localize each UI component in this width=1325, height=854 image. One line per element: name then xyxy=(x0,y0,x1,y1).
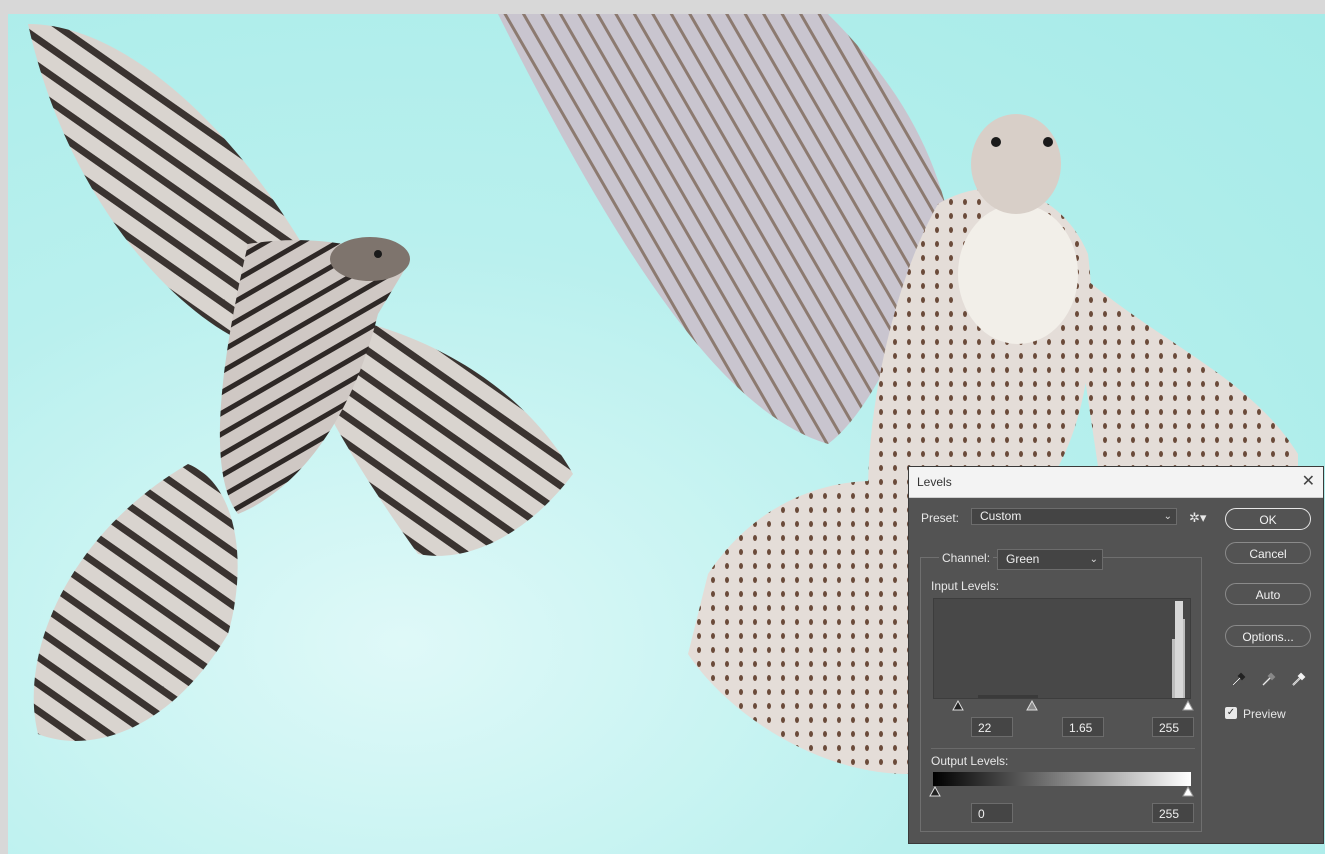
dialog-titlebar[interactable]: Levels ✕ xyxy=(909,467,1323,498)
gray-point-eyedropper-icon[interactable] xyxy=(1260,670,1278,688)
channel-value: Green xyxy=(1006,552,1040,566)
preset-value: Custom xyxy=(980,509,1022,523)
cancel-button[interactable]: Cancel xyxy=(1225,542,1311,564)
input-levels-label: Input Levels: xyxy=(931,579,1000,593)
channel-label: Channel: xyxy=(939,551,994,565)
output-white-slider[interactable] xyxy=(1182,786,1194,798)
preset-label: Preset: xyxy=(921,511,960,525)
input-gamma-field[interactable]: 1.65 xyxy=(1062,717,1104,737)
dialog-title: Levels xyxy=(917,475,952,489)
divider xyxy=(931,748,1195,749)
preset-select[interactable]: Custom ⌄ xyxy=(971,508,1177,525)
chevron-down-icon: ⌄ xyxy=(1089,554,1098,565)
levels-dialog: Levels ✕ Preset: Custom ⌄ ✲▾ OK Cancel A… xyxy=(908,466,1324,844)
output-black-slider[interactable] xyxy=(929,786,941,798)
input-black-field[interactable]: 22 xyxy=(971,717,1013,737)
input-white-field[interactable]: 255 xyxy=(1152,717,1194,737)
output-levels-label: Output Levels: xyxy=(931,754,1009,768)
white-point-eyedropper-icon[interactable] xyxy=(1290,670,1308,688)
output-black-field[interactable]: 0 xyxy=(971,803,1013,823)
channel-select[interactable]: Green ⌄ xyxy=(997,549,1103,570)
input-black-slider[interactable] xyxy=(952,700,964,712)
output-gradient xyxy=(933,772,1191,786)
options-button[interactable]: Options... xyxy=(1225,625,1311,647)
histogram xyxy=(933,598,1191,699)
chevron-down-icon: ⌄ xyxy=(1163,511,1172,522)
input-gamma-slider[interactable] xyxy=(1026,700,1038,712)
gear-icon[interactable]: ✲▾ xyxy=(1189,510,1206,526)
black-point-eyedropper-icon[interactable] xyxy=(1230,670,1248,688)
output-white-field[interactable]: 255 xyxy=(1152,803,1194,823)
preview-checkbox[interactable]: ✓ xyxy=(1225,707,1237,719)
input-white-slider[interactable] xyxy=(1182,700,1194,712)
preview-label: Preview xyxy=(1243,707,1286,721)
ok-button[interactable]: OK xyxy=(1225,508,1311,530)
close-icon[interactable]: ✕ xyxy=(1302,471,1315,491)
auto-button[interactable]: Auto xyxy=(1225,583,1311,605)
